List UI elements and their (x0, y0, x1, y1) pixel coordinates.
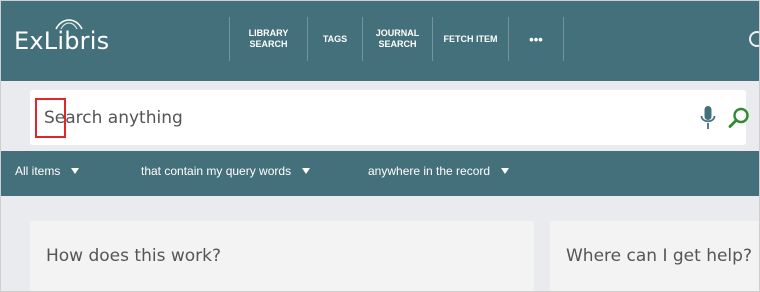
search-field-label: anywhere in the record (368, 164, 491, 178)
nav-library-search[interactable]: LIBRARY SEARCH (229, 17, 307, 61)
search-box (30, 90, 749, 145)
nav-label-line1: JOURNAL (375, 28, 420, 38)
match-type-label: that contain my query words (141, 164, 292, 178)
scope-label: All items (15, 164, 61, 178)
highlight-annotation-box (35, 98, 66, 138)
caret-down-icon (501, 168, 510, 174)
nav-more-button[interactable]: ••• (508, 17, 564, 61)
get-help-title: Where can I get help? (566, 246, 752, 266)
exlibris-logo[interactable]: ExLibris (14, 19, 109, 55)
nav-label: TAGS (322, 33, 348, 44)
more-icon: ••• (529, 31, 543, 47)
main-nav: LIBRARY SEARCH TAGS JOURNAL SEARCH FETCH I… (229, 17, 564, 61)
search-filter-bar: All items that contain my query words an… (1, 151, 759, 196)
caret-down-icon (71, 168, 80, 174)
how-it-works-card[interactable]: How does this work? (30, 221, 534, 291)
nav-label: FETCH ITEM (443, 33, 498, 44)
nav-label-line2: SEARCH (378, 39, 417, 49)
how-it-works-title: How does this work? (46, 246, 221, 266)
logo-text: ExLibris (14, 27, 110, 55)
search-field-dropdown[interactable]: anywhere in the record (368, 164, 510, 178)
caret-down-icon (302, 168, 311, 174)
search-icon[interactable] (727, 106, 751, 130)
get-help-card[interactable]: Where can I get help? (550, 221, 759, 291)
nav-label-line1: LIBRARY (248, 28, 289, 38)
scope-dropdown[interactable]: All items (15, 164, 80, 178)
nav-journal-search[interactable]: JOURNAL SEARCH (362, 17, 432, 61)
match-type-dropdown[interactable]: that contain my query words (141, 164, 311, 178)
app-frame: ExLibris LIBRARY SEARCH TAGS JOURNAL SEARC… (0, 0, 760, 292)
nav-fetch-item[interactable]: FETCH ITEM (432, 17, 508, 61)
search-input[interactable] (40, 102, 640, 134)
logo-arc-icon (55, 19, 83, 30)
top-bar: ExLibris LIBRARY SEARCH TAGS JOURNAL SEARC… (1, 1, 759, 81)
microphone-icon[interactable] (700, 105, 716, 131)
nav-tags[interactable]: TAGS (307, 17, 362, 61)
nav-label-line2: SEARCH (249, 39, 288, 49)
refresh-icon[interactable] (749, 31, 759, 47)
